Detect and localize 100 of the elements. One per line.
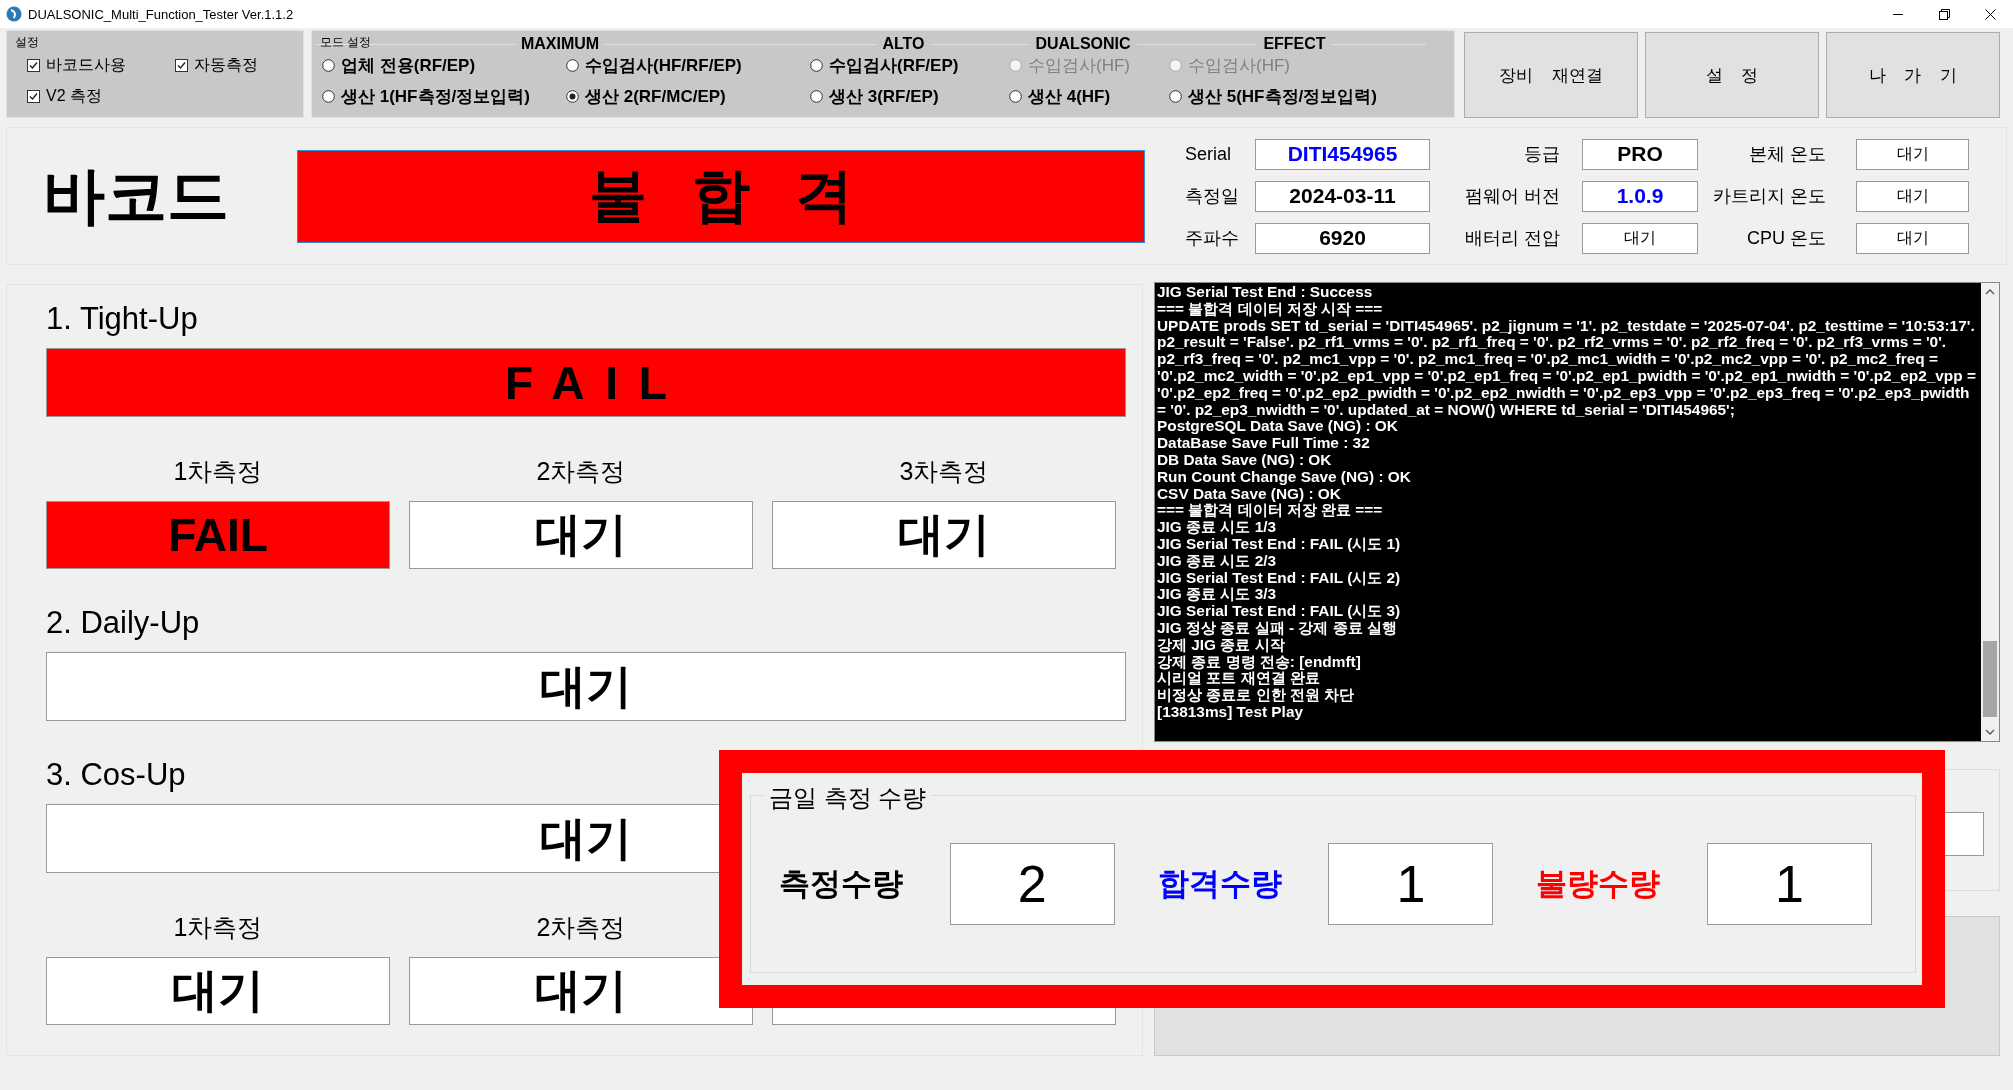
field-label: 카트리지 온도 xyxy=(1712,185,1827,208)
checkbox-label: 바코드사용 xyxy=(46,55,126,75)
radio-button[interactable] xyxy=(322,59,335,72)
radio-label: 수입검사(HF) xyxy=(1028,55,1130,77)
toolbar-button[interactable]: 장비 재연결 xyxy=(1464,32,1638,118)
log-line: JIG 정상 종료 실패 - 강제 종료 실행 xyxy=(1157,619,1397,637)
field-label: CPU 온도 xyxy=(1746,227,1827,250)
checkbox[interactable] xyxy=(175,59,188,72)
radio-button[interactable] xyxy=(566,59,579,72)
group-title: 모드 설정 xyxy=(320,34,372,51)
barcode-label: 바코드 xyxy=(42,160,230,232)
radio-label: 수입검사(RF/EP) xyxy=(829,55,959,77)
group-heading: DUALSONIC xyxy=(1035,35,1131,53)
radio-label: 생산 2(RF/MC/EP) xyxy=(585,86,726,108)
log-line: JIG Serial Test End : FAIL (시도 3) xyxy=(1157,603,1402,620)
result-bar: FAIL xyxy=(46,348,1126,417)
value-field: 대기 xyxy=(1856,180,1969,212)
round-label: 1차측정 xyxy=(173,457,263,485)
log-line: === 불합격 데이터 저장 시작 === xyxy=(1157,300,1384,318)
value-field: PRO xyxy=(1582,138,1698,170)
round-result: 대기 xyxy=(46,957,390,1025)
log-line: 강제 종료 명령 전송: [endmft] xyxy=(1157,653,1362,671)
log-line: JIG 종료 시도 3/3 xyxy=(1157,586,1278,604)
log-line: 강제 JIG 종료 시작 xyxy=(1157,636,1286,654)
round-result: 대기 xyxy=(409,501,753,569)
value-field: 1.0.9 xyxy=(1582,180,1698,212)
radio-label: 수입검사(HF) xyxy=(1188,55,1290,77)
scroll-thumb[interactable] xyxy=(1983,641,1997,717)
log-line: === 불합격 데이터 저장 완료 === xyxy=(1157,502,1384,520)
round-label: 1차측정 xyxy=(173,913,263,941)
round-result: 대기 xyxy=(409,957,753,1025)
group-heading: MAXIMUM xyxy=(520,35,600,53)
round-label: 2차측정 xyxy=(536,913,626,941)
group-heading: EFFECT xyxy=(1263,35,1326,53)
log-line: PostgreSQL Data Save (NG) : OK xyxy=(1157,418,1398,436)
count-label: 불량수량 xyxy=(1536,865,1662,903)
log-line: CSV Data Save (NG) : OK xyxy=(1157,485,1341,503)
count-field: 1 xyxy=(1328,843,1494,925)
close-icon xyxy=(1984,8,1996,20)
field-label: 등급 xyxy=(1523,143,1561,166)
checkbox[interactable] xyxy=(27,90,40,103)
field-label: 주파수 xyxy=(1185,227,1240,250)
log-line: JIG 종료 시도 2/3 xyxy=(1157,552,1278,570)
value-field: DITI454965 xyxy=(1255,138,1430,170)
value-field: 6920 xyxy=(1255,222,1430,254)
count-field: 1 xyxy=(1707,843,1872,925)
checkbox-label: V2 측정 xyxy=(46,86,102,106)
log-line: [13813ms] Test Play xyxy=(1157,703,1304,721)
round-label: 2차측정 xyxy=(536,457,626,485)
radio-label: 생산 5(HF측정/정보입력) xyxy=(1188,86,1377,108)
restore-icon xyxy=(1938,8,1950,20)
value-field: 대기 xyxy=(1582,222,1698,254)
field-label: 본체 온도 xyxy=(1748,143,1827,166)
window-title: DUALSONIC_Multi_Function_Tester Ver.1.1.2 xyxy=(28,6,294,22)
radio-label: 생산 1(HF측정/정보입력) xyxy=(341,86,530,108)
radio-button[interactable] xyxy=(322,90,335,103)
radio-button[interactable] xyxy=(566,90,579,103)
value-field: 2024-03-11 xyxy=(1255,180,1430,212)
toolbar-button[interactable]: 나 가 기 xyxy=(1826,32,2000,118)
log-line: Run Count Change Save (NG) : OK xyxy=(1157,468,1412,486)
log-line: JIG Serial Test End : Success xyxy=(1157,284,1374,301)
radio-label: 생산 3(RF/EP) xyxy=(829,86,939,108)
round-result: FAIL xyxy=(46,501,390,569)
radio-label: 업체 전용(RF/EP) xyxy=(341,55,476,77)
field-label: 배터리 전압 xyxy=(1464,227,1561,250)
log-line: DataBase Save Full Time : 32 xyxy=(1157,435,1371,452)
round-result: 대기 xyxy=(772,501,1116,569)
log-line: JIG Serial Test End : FAIL (시도 2) xyxy=(1157,569,1402,587)
group-heading: ALTO xyxy=(882,35,925,53)
count-field: 2 xyxy=(949,843,1115,925)
count-label: 합격수량 xyxy=(1157,865,1283,903)
barcode-result: 불 합 격 xyxy=(297,149,1145,243)
log-line: 시리얼 포트 재연결 완료 xyxy=(1157,670,1320,688)
radio-label: 생산 4(HF) xyxy=(1028,86,1111,108)
log-line: UPDATE prods SET td_serial = 'DITI454965'. p2_jignum = '1'. p2_testdate = '2025-07-04'. p2_testtime = '10:53:17'. p2_result = 'False'. p2_rf1_vrms = '0'. p2_rf1_freq = '0'. p2_rf2_vrms = '0'. p2_rf2_freq = '0'. p2_rf3_vrms = '0'. p2_rf3_freq = '0'. p2_mc1_vpp = '0'. p2_mc1_freq = '0'.p2_mc1_width = '0'.p2_mc2_vpp = '0'. p2_mc2_freq = '0'.p2_mc2_width = '0'.p2_ep1_vpp = '0'.p2_ep1_freq = '0'.p2_ep1_pwidth = '0'.p2_ep1_nwidth = '0'.p2_ep2_vpp = '0'.p2_ep2_freq = '0'.p2_ep2_pwidth = '0'.p2_ep2_nwidth = '0'.p2_ep3_vpp = '0'.p2_ep3_freq = '0'.p2_ep3_pwidth = '0'. p2_ep3_nwidth = '0'. updated_at = NOW() WHERE td_serial = 'DITI454965'; xyxy=(1157,317,1977,419)
value-field: 대기 xyxy=(1856,222,1969,254)
log-line: 비정상 종료로 인한 전원 차단 xyxy=(1157,687,1356,704)
value-field: 대기 xyxy=(1856,138,1969,170)
toolbar-button[interactable]: 설 정 xyxy=(1645,32,1819,118)
log-line: DB Data Save (NG) : OK xyxy=(1157,451,1333,469)
checkbox-label: 자동측정 xyxy=(194,55,258,75)
radio-button[interactable] xyxy=(1169,90,1182,103)
group-title: 설정 xyxy=(15,34,39,51)
result-bar: 대기 xyxy=(46,652,1126,721)
round-label: 3차측정 xyxy=(899,457,989,485)
checkbox[interactable] xyxy=(27,59,40,72)
radio-button[interactable] xyxy=(1009,90,1022,103)
log-line: JIG Serial Test End : FAIL (시도 1) xyxy=(1157,535,1402,553)
radio-button[interactable] xyxy=(810,90,823,103)
field-label: 펌웨어 버전 xyxy=(1464,185,1561,208)
test-title: 3. Cos-Up xyxy=(46,759,187,791)
scrollbar[interactable] xyxy=(1981,283,1999,741)
test-title: 1. Tight-Up xyxy=(46,303,199,335)
log-line: JIG 종료 시도 1/3 xyxy=(1157,519,1278,536)
field-label: 측정일 xyxy=(1185,185,1240,208)
radio-button[interactable] xyxy=(810,59,823,72)
field-label: Serial xyxy=(1185,143,1233,165)
test-title: 2. Daily-Up xyxy=(46,607,201,639)
app-icon xyxy=(6,6,22,22)
radio-label: 수입검사(HF/RF/EP) xyxy=(585,55,742,77)
